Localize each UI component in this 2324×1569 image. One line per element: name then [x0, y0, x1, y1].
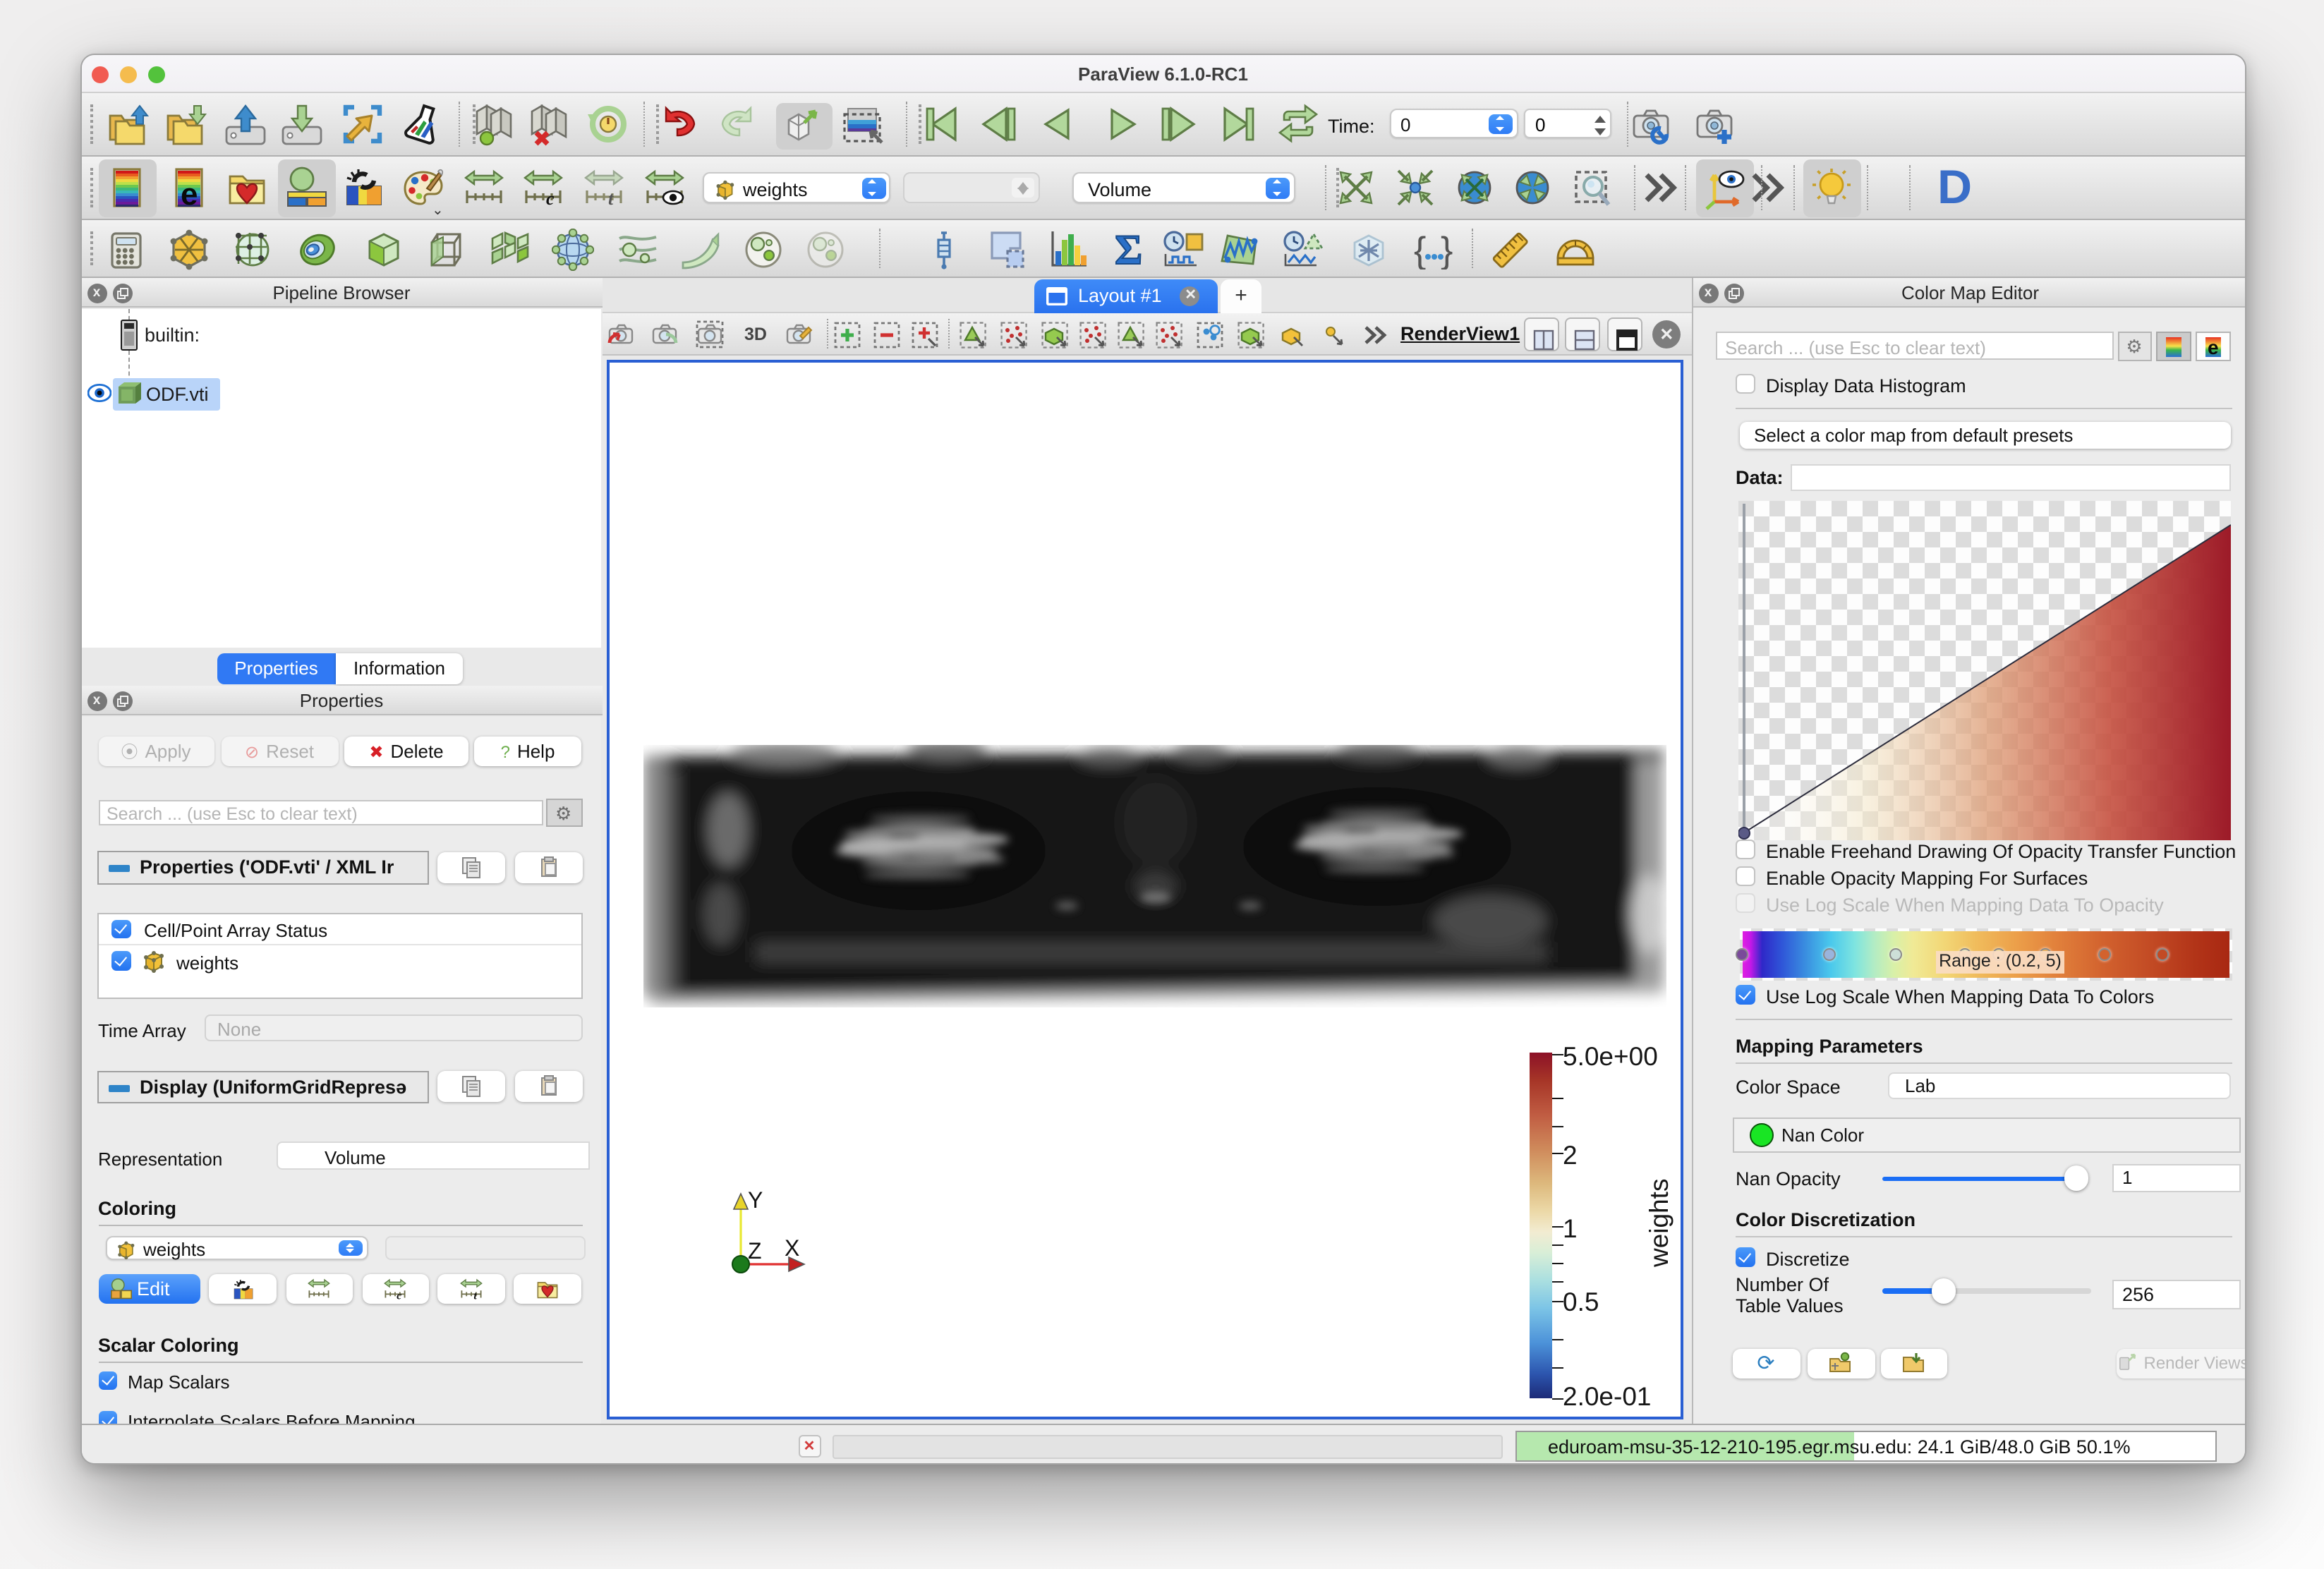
- svg-text:c: c: [546, 188, 555, 209]
- svg-text:Σ: Σ: [1115, 228, 1142, 270]
- svg-text:X: X: [784, 1235, 799, 1261]
- svg-text:Z: Z: [747, 1238, 761, 1264]
- svg-text:{: {: [1413, 229, 1425, 269]
- svg-text:c: c: [397, 1290, 401, 1301]
- svg-text:Y: Y: [747, 1187, 762, 1213]
- svg-text:}: }: [1440, 229, 1452, 269]
- svg-text:t: t: [473, 1290, 477, 1301]
- svg-text:t: t: [608, 188, 614, 209]
- svg-text:e: e: [180, 177, 197, 209]
